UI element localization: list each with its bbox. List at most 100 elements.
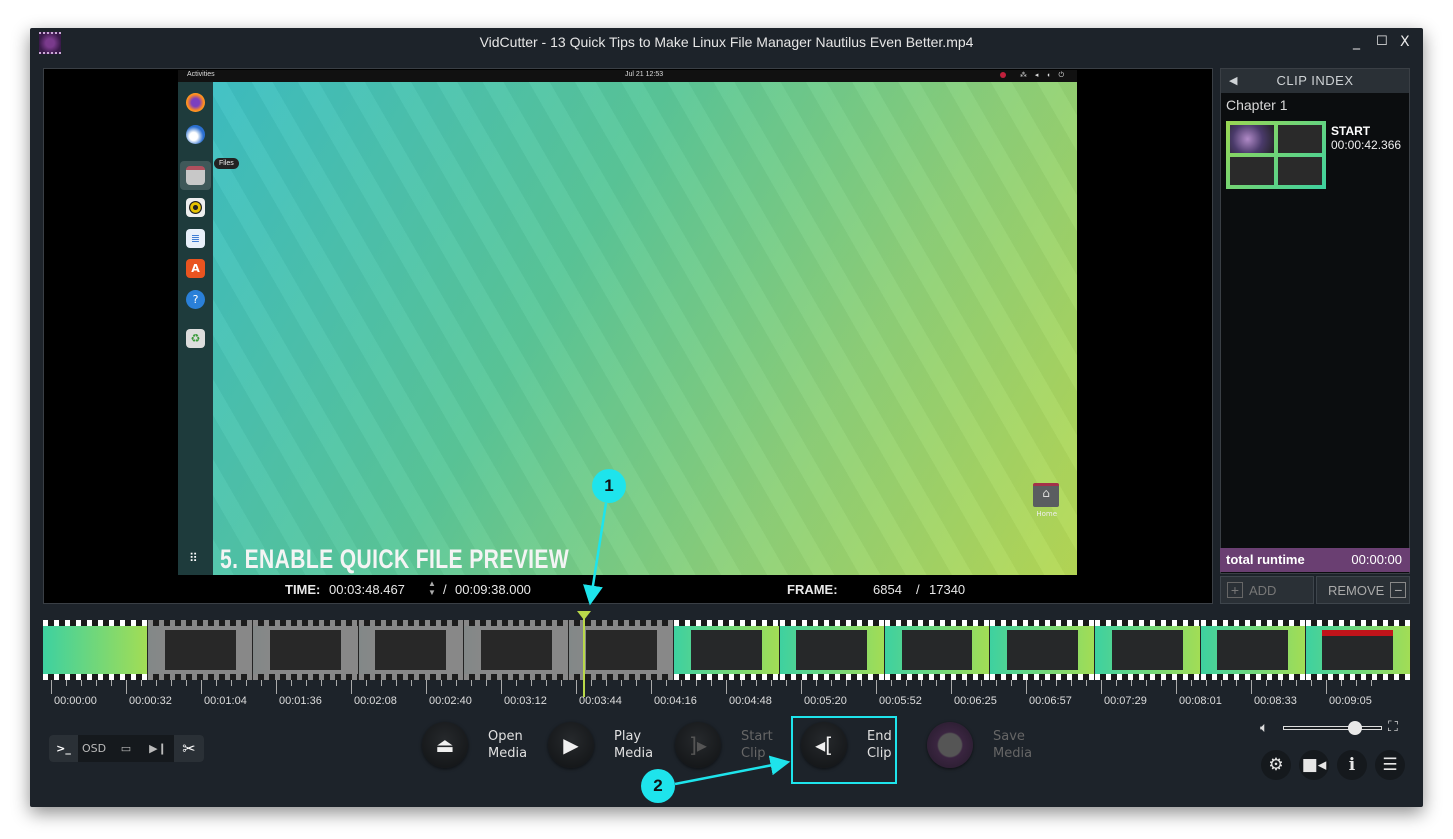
- ruler-minor-tick: [1161, 680, 1162, 686]
- remove-clip-button[interactable]: REMOVE −: [1316, 576, 1410, 604]
- ruler-minor-tick: [531, 680, 532, 686]
- open-media-button[interactable]: ⏏ Open Media: [422, 722, 527, 768]
- ruler-major-tick: [801, 680, 802, 694]
- minus-icon: −: [1390, 582, 1407, 598]
- ruler-tick-label: 00:06:57: [1029, 695, 1072, 707]
- ruler-minor-tick: [936, 680, 937, 686]
- clip-index-header: ◀ CLIP INDEX: [1221, 69, 1409, 93]
- clip-list-item[interactable]: START 00:00:42.366: [1226, 121, 1409, 191]
- ruler-tick-label: 00:04:16: [654, 695, 697, 707]
- ruler-minor-tick: [441, 680, 442, 686]
- osd-toggle-button[interactable]: OSD: [78, 735, 110, 762]
- maximize-button[interactable]: ☐: [1376, 34, 1388, 49]
- thumbnails-toggle-icon[interactable]: ▭: [110, 735, 142, 762]
- filmstrip-thumbnail[interactable]: [1305, 620, 1412, 680]
- ruler-major-tick: [951, 680, 952, 694]
- writer-icon: ≣: [186, 229, 205, 248]
- volume-slider[interactable]: [1283, 721, 1382, 735]
- current-time[interactable]: 00:03:48.467: [329, 582, 405, 597]
- ruler-minor-tick: [231, 680, 232, 686]
- ruler-minor-tick: [1131, 680, 1132, 686]
- filmstrip-thumbnail[interactable]: [884, 620, 991, 680]
- filmstrip-thumbnail[interactable]: [463, 620, 570, 680]
- time-label: TIME:: [285, 582, 321, 597]
- list-menu-icon[interactable]: ☰: [1375, 750, 1405, 780]
- minimize-button[interactable]: _: [1353, 34, 1360, 50]
- ruler-minor-tick: [981, 680, 982, 686]
- ruler-tick-label: 00:01:04: [204, 695, 247, 707]
- filmstrip-thumbnail[interactable]: [674, 620, 780, 680]
- chapters-toggle-icon[interactable]: ▶❙: [142, 735, 174, 762]
- ruler-minor-tick: [1356, 680, 1357, 686]
- volume-slider-handle[interactable]: [1348, 721, 1362, 735]
- play-media-label-2: Media: [614, 746, 654, 761]
- play-icon: ▶: [548, 722, 594, 768]
- ruler-tick-label: 00:01:36: [279, 695, 322, 707]
- volume-icon[interactable]: 🔈︎: [1260, 720, 1268, 736]
- ruler-tick-label: 00:03:12: [504, 695, 547, 707]
- ruler-minor-tick: [396, 680, 397, 686]
- ruler-minor-tick: [411, 680, 412, 686]
- ruler-minor-tick: [606, 680, 607, 686]
- ruler-minor-tick: [891, 680, 892, 686]
- ruler-minor-tick: [1146, 680, 1147, 686]
- close-button[interactable]: X: [1400, 34, 1410, 50]
- camera-icon[interactable]: ■◂: [1299, 750, 1329, 780]
- ruler-minor-tick: [1221, 680, 1222, 686]
- ruler-minor-tick: [1041, 680, 1042, 686]
- thumbnail-image: [796, 630, 868, 670]
- ruler-minor-tick: [1266, 680, 1267, 686]
- ruler-major-tick: [351, 680, 352, 694]
- end-clip-annotation-box: [791, 716, 897, 784]
- timeline[interactable]: 00:00:00 00:00:32 00:01:04 00:01:36 00:02:08…: [43, 611, 1412, 711]
- console-toggle-button[interactable]: >_: [49, 735, 78, 762]
- clip-thumbnail: [1226, 121, 1326, 189]
- ruler-minor-tick: [96, 680, 97, 686]
- ruler-minor-tick: [831, 680, 832, 686]
- time-spinner[interactable]: ▲ ▼: [428, 579, 436, 597]
- playhead-handle-icon[interactable]: [577, 611, 591, 620]
- save-media-button[interactable]: Save Media: [927, 722, 1032, 768]
- play-media-button[interactable]: ▶ Play Media: [548, 722, 653, 768]
- total-runtime-value: 00:00:00: [1351, 552, 1402, 567]
- playhead[interactable]: [583, 611, 585, 697]
- tool-toggle-group: >_ OSD ▭ ▶❙ ✂: [49, 735, 204, 762]
- ruler-minor-tick: [906, 680, 907, 686]
- collapse-panel-icon[interactable]: ◀: [1229, 69, 1238, 93]
- record-indicator-icon: [999, 72, 1006, 79]
- ruler-minor-tick: [756, 680, 757, 686]
- open-media-label-2: Media: [488, 746, 528, 761]
- filmstrip-thumbnail[interactable]: [43, 620, 149, 680]
- video-player[interactable]: Activities Jul 21 12:53 ⁂ ◂ ◖ ⏻ ≣ A ? ♻ …: [43, 68, 1213, 604]
- info-icon[interactable]: i: [1337, 750, 1367, 780]
- video-content: Activities Jul 21 12:53 ⁂ ◂ ◖ ⏻ ≣ A ? ♻ …: [178, 70, 1077, 575]
- filmstrip-thumbnail[interactable]: [779, 620, 885, 680]
- ruler-major-tick: [1026, 680, 1027, 694]
- filmstrip-thumbnail[interactable]: [148, 620, 254, 680]
- filmstrip-thumbnail[interactable]: [990, 620, 1096, 680]
- rhythmbox-icon: [186, 198, 205, 217]
- start-clip-button[interactable]: ]▸ Start Clip: [675, 722, 773, 768]
- thumbnail-filmstrip[interactable]: [43, 620, 1412, 680]
- ruler-tick-label: 00:04:48: [729, 695, 772, 707]
- open-media-label-1: Open: [488, 729, 523, 744]
- ruler-minor-tick: [846, 680, 847, 686]
- filmstrip-thumbnail[interactable]: [253, 620, 359, 680]
- vidcutter-window: VidCutter - 13 Quick Tips to Make Linux …: [30, 28, 1423, 807]
- video-caption: 5. ENABLE QUICK FILE PREVIEW: [220, 544, 570, 574]
- time-separator: /: [443, 582, 447, 597]
- filmstrip-thumbnail[interactable]: [1095, 620, 1201, 680]
- ruler-minor-tick: [1296, 680, 1297, 686]
- thumbnail-image: [585, 630, 657, 670]
- ruler-minor-tick: [771, 680, 772, 686]
- smartcut-scissors-icon[interactable]: ✂: [174, 735, 204, 762]
- settings-gear-icon[interactable]: ⚙: [1261, 750, 1291, 780]
- desktop-wallpaper: [213, 82, 1077, 575]
- ruler-major-tick: [51, 680, 52, 694]
- filmstrip-thumbnail[interactable]: [1200, 620, 1306, 680]
- fullscreen-icon[interactable]: ⛶: [1388, 719, 1398, 735]
- ruler-minor-tick: [786, 680, 787, 686]
- ruler-minor-tick: [1056, 680, 1057, 686]
- add-clip-button[interactable]: + ADD: [1220, 576, 1314, 604]
- filmstrip-thumbnail[interactable]: [358, 620, 464, 680]
